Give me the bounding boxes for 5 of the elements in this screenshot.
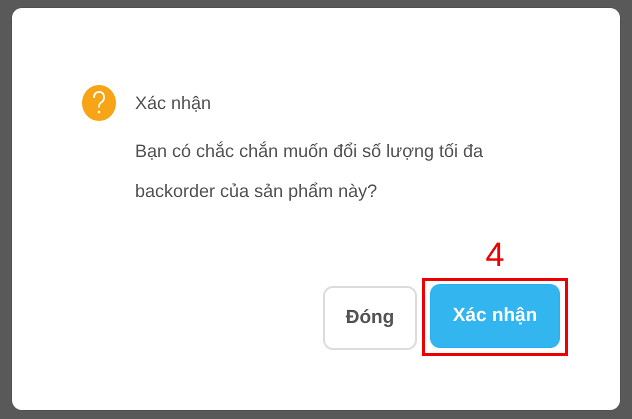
dialog-title: Xác nhận <box>135 92 212 115</box>
dialog-message: Bạn có chắc chắn muốn đổi số lượng tối đa backorder của sản phẩm này? <box>135 140 484 203</box>
close-button[interactable]: Đóng <box>323 286 417 350</box>
step-number: 4 <box>486 235 504 275</box>
question-icon <box>82 85 116 121</box>
